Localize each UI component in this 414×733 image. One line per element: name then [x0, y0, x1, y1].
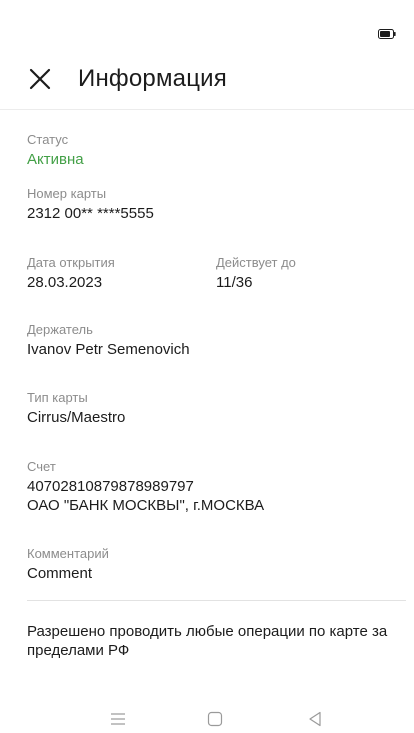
open-date-field: Дата открытия 28.03.2023 — [27, 255, 115, 292]
back-icon[interactable] — [305, 709, 325, 729]
card-type-label: Тип карты — [27, 390, 88, 405]
account-bank-value: ОАО "БАНК МОСКВЫ", г.МОСКВА — [27, 497, 265, 514]
comment-field: Комментарий Comment — [27, 546, 109, 583]
card-type-field: Тип карты Cirrus/Maestro — [27, 390, 125, 427]
comment-value: Comment — [27, 565, 93, 582]
open-date-label: Дата открытия — [27, 255, 115, 270]
valid-until-label: Действует до — [216, 255, 296, 270]
holder-field: Держатель Ivanov Petr Semenovich — [27, 322, 190, 359]
system-nav-bar — [0, 705, 414, 733]
comment-label: Комментарий — [27, 546, 109, 561]
card-number-label: Номер карты — [27, 186, 107, 201]
valid-until-field: Действует до 11/36 — [216, 255, 296, 292]
permission-note: Разрешено проводить любые операции по ка… — [27, 623, 388, 659]
close-icon[interactable] — [28, 67, 52, 91]
page-title: Информация — [78, 65, 227, 92]
app-bar: Информация — [0, 48, 414, 110]
valid-until-value: 11/36 — [216, 274, 253, 291]
divider — [27, 600, 406, 601]
status-label: Статус — [27, 132, 69, 147]
battery-icon — [378, 29, 396, 39]
holder-label: Держатель — [27, 322, 93, 337]
card-type-value: Cirrus/Maestro — [27, 409, 126, 426]
status-bar — [0, 0, 414, 48]
card-number-value: 2312 00** ****5555 — [27, 205, 154, 222]
card-number-field: Номер карты 2312 00** ****5555 — [27, 186, 154, 223]
status-field: Статус Активна — [27, 132, 84, 169]
home-icon[interactable] — [205, 709, 225, 729]
menu-icon[interactable] — [108, 709, 128, 729]
account-number-value: 40702810879878989797 — [27, 478, 194, 495]
account-field: Счет 40702810879878989797 ОАО "БАНК МОСК… — [27, 459, 264, 515]
status-value: Активна — [27, 151, 84, 168]
holder-value: Ivanov Petr Semenovich — [27, 341, 190, 358]
account-label: Счет — [27, 459, 56, 474]
open-date-value: 28.03.2023 — [27, 274, 103, 291]
